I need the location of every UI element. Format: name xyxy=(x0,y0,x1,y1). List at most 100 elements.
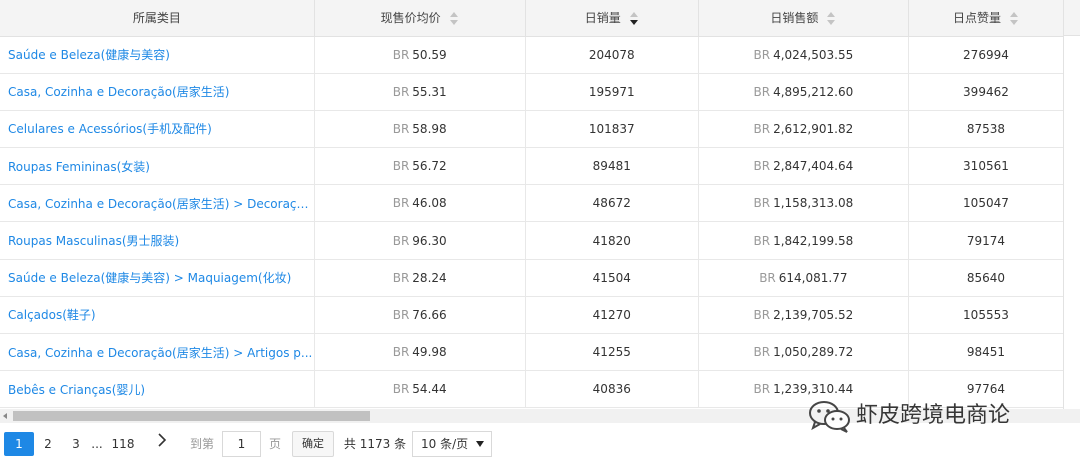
cell-value: 58.98 xyxy=(412,121,447,136)
currency-label: BR xyxy=(392,47,410,62)
cell-daily-revenue: BR 2,612,901.82 xyxy=(698,110,909,149)
cell-value: 46.08 xyxy=(412,196,447,211)
cell-value: 87538 xyxy=(966,121,1006,136)
cell-daily-likes: 79174 xyxy=(908,221,1065,260)
currency-label: BR xyxy=(392,233,410,248)
cell-value: 310561 xyxy=(963,159,1009,174)
cell-avg-price: BR 56.72 xyxy=(314,147,526,186)
table-row: Roupas Femininas(女装) BR 56.72 89481 BR 2,847,… xyxy=(0,147,1065,186)
page-size-select[interactable]: 10 条/页 xyxy=(412,431,492,457)
cell-value: 98451 xyxy=(966,345,1006,360)
category-link[interactable]: Roupas Femininas(女装) xyxy=(0,147,315,186)
cell-value: 40836 xyxy=(592,382,631,397)
sort-desc-icon[interactable] xyxy=(629,11,639,26)
page-button[interactable]: 3 xyxy=(68,432,84,456)
watermark: 虾皮跨境电商论 xyxy=(806,396,1010,436)
category-link[interactable]: Casa, Cozinha e Decoração(居家生活) > Artigo… xyxy=(0,333,315,372)
cell-daily-sales: 41270 xyxy=(525,296,699,335)
cell-value: 48672 xyxy=(592,196,631,211)
cell-daily-sales: 48672 xyxy=(525,184,699,223)
category-link[interactable]: Roupas Masculinas(男士服装) xyxy=(0,221,315,260)
table-row: Calçados(鞋子) BR 76.66 41270 BR 2,139,705.52 10… xyxy=(0,296,1065,335)
cell-avg-price: BR 49.98 xyxy=(314,333,526,372)
cell-daily-likes: 85640 xyxy=(908,259,1065,297)
category-link[interactable]: Calçados(鞋子) xyxy=(0,296,315,335)
cell-avg-price: BR 55.31 xyxy=(314,73,526,111)
cell-value: 1,050,289.72 xyxy=(773,345,854,360)
category-link[interactable]: Bebês e Crianças(婴儿) xyxy=(0,370,315,409)
currency-label: BR xyxy=(753,307,771,322)
cell-daily-likes: 105047 xyxy=(908,184,1065,223)
goto-page-input[interactable] xyxy=(222,431,261,457)
cell-value: 614,081.77 xyxy=(778,270,848,285)
currency-label: BR xyxy=(392,270,410,285)
category-link[interactable]: Saúde e Beleza(健康与美容) xyxy=(0,36,315,74)
cell-value: 2,612,901.82 xyxy=(773,121,854,136)
cell-avg-price: BR 54.44 xyxy=(314,370,526,409)
cell-daily-sales: 89481 xyxy=(525,147,699,186)
currency-label: BR xyxy=(392,196,410,211)
cell-value: 41270 xyxy=(592,307,631,322)
currency-label: BR xyxy=(753,382,771,397)
goto-label: 到第 xyxy=(189,437,214,451)
cell-daily-sales: 204078 xyxy=(525,36,699,74)
cell-daily-revenue: BR 4,024,503.55 xyxy=(698,36,909,74)
sort-icon[interactable] xyxy=(826,11,836,26)
category-link[interactable]: Celulares e Acessórios(手机及配件) xyxy=(0,110,315,149)
page-button[interactable]: 2 xyxy=(40,432,56,456)
cell-daily-revenue: BR 1,842,199.58 xyxy=(698,221,909,260)
currency-label: BR xyxy=(753,159,771,174)
currency-label: BR xyxy=(392,159,410,174)
currency-label: BR xyxy=(753,121,771,136)
cell-daily-revenue: BR 2,139,705.52 xyxy=(698,296,909,335)
cell-value: 49.98 xyxy=(412,345,447,360)
category-link[interactable]: Casa, Cozinha e Decoração(居家生活) > Decora… xyxy=(0,184,315,223)
scroll-left-icon[interactable] xyxy=(3,413,7,419)
page-button-current[interactable]: 1 xyxy=(4,432,34,456)
cell-value: 55.31 xyxy=(412,84,447,99)
cell-avg-price: BR 50.59 xyxy=(314,36,526,74)
scrollbar-thumb[interactable] xyxy=(13,411,370,421)
header-avg-price[interactable]: 现售价均价 xyxy=(314,0,526,37)
page-button-last[interactable]: 118 xyxy=(110,432,136,456)
currency-label: BR xyxy=(392,121,410,136)
cell-value: 50.59 xyxy=(412,47,447,62)
sort-icon[interactable] xyxy=(1009,11,1019,26)
currency-label: BR xyxy=(759,270,776,285)
currency-label: BR xyxy=(753,345,771,360)
cell-daily-revenue: BR 1,050,289.72 xyxy=(698,333,909,372)
cell-value: 195971 xyxy=(588,84,635,99)
cell-value: 41504 xyxy=(592,270,631,285)
cell-value: 2,847,404.64 xyxy=(773,159,854,174)
cell-avg-price: BR 58.98 xyxy=(314,110,526,149)
cell-value: 79174 xyxy=(966,233,1006,248)
currency-label: BR xyxy=(753,84,771,99)
cell-value: 85640 xyxy=(966,270,1006,285)
header-daily-sales[interactable]: 日销量 xyxy=(525,0,699,37)
cell-daily-likes: 399462 xyxy=(908,73,1065,111)
currency-label: BR xyxy=(753,47,771,62)
currency-label: BR xyxy=(392,84,410,99)
category-link[interactable]: Casa, Cozinha e Decoração(居家生活) xyxy=(0,73,315,111)
cell-value: 2,139,705.52 xyxy=(773,307,854,322)
table-row: Saúde e Beleza(健康与美容) BR 50.59 204078 BR 4,02… xyxy=(0,36,1065,74)
cell-value: 56.72 xyxy=(412,159,447,174)
header-daily-likes[interactable]: 日点赞量 xyxy=(908,0,1065,37)
sort-icon[interactable] xyxy=(449,11,459,26)
table-row: Saúde e Beleza(健康与美容) > Maquiagem(化妆) BR 2… xyxy=(0,259,1065,297)
confirm-button[interactable]: 确定 xyxy=(292,431,334,457)
cell-value: 399462 xyxy=(963,84,1009,99)
cell-daily-sales: 41504 xyxy=(525,259,699,297)
header-daily-revenue[interactable]: 日销售额 xyxy=(698,0,909,37)
cell-avg-price: BR 76.66 xyxy=(314,296,526,335)
cell-daily-likes: 87538 xyxy=(908,110,1065,149)
chevron-right-icon[interactable] xyxy=(155,432,169,456)
category-link[interactable]: Saúde e Beleza(健康与美容) > Maquiagem(化妆) xyxy=(0,259,315,297)
cell-value: 204078 xyxy=(588,47,635,62)
cell-daily-revenue: BR 2,847,404.64 xyxy=(698,147,909,186)
currency-label: BR xyxy=(753,196,771,211)
table-row: Casa, Cozinha e Decoração(居家生活) BR 55.31 19… xyxy=(0,73,1065,111)
page-ellipsis[interactable]: ... xyxy=(89,432,105,456)
cell-value: 76.66 xyxy=(412,307,447,322)
cell-value: 96.30 xyxy=(412,233,447,248)
